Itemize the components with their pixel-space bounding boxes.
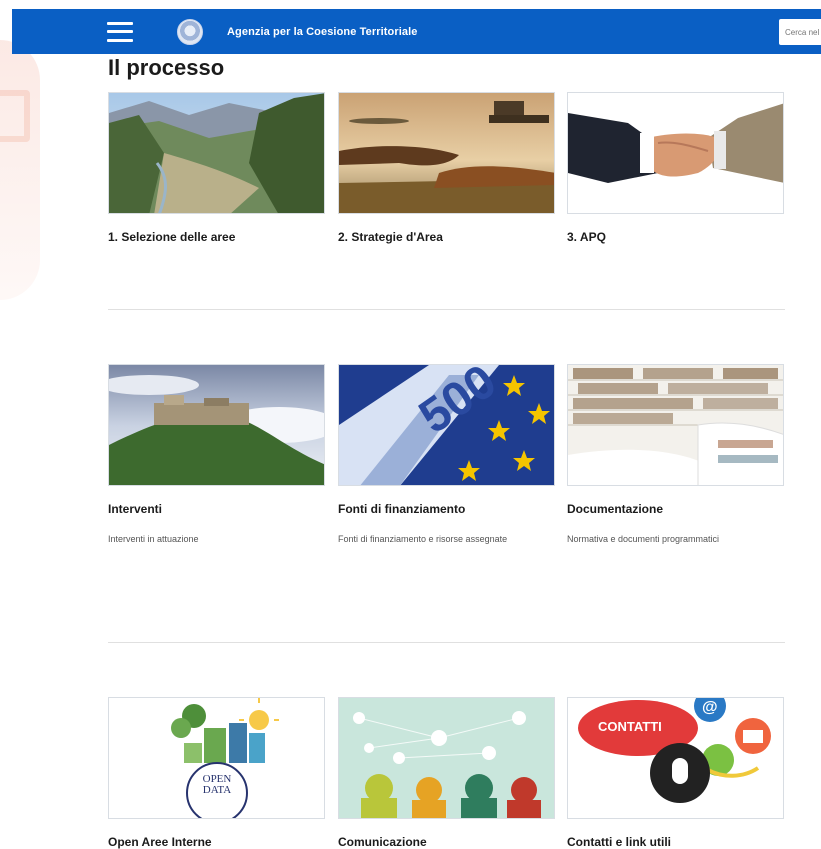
open-data-illustration[interactable]: OPEN DATA <box>108 697 325 819</box>
card-title[interactable]: Contatti e link utili <box>567 835 784 849</box>
hilltop-village-image[interactable] <box>108 364 325 486</box>
card-description: Fonti di finanziamento e risorse assegna… <box>338 534 508 544</box>
card-open-aree-interne[interactable]: OPEN DATA Open Aree Interne <box>108 697 325 849</box>
page-title: Il processo <box>108 55 225 80</box>
card-title[interactable]: 1. Selezione delle aree <box>108 230 325 244</box>
background-watermark <box>0 40 40 300</box>
card-description: Interventi in attuazione <box>108 534 199 544</box>
hamburger-menu-icon[interactable] <box>107 21 133 42</box>
card-title[interactable]: Interventi <box>108 502 325 516</box>
section-divider <box>108 642 785 643</box>
card-fonti-finanziamento[interactable]: 500 Fonti di finanziamento Fonti di fina… <box>338 364 555 544</box>
card-strategie-area[interactable]: 2. Strategie d'Area <box>338 92 555 244</box>
communication-illustration[interactable] <box>338 697 555 819</box>
card-interventi[interactable]: Interventi Interventi in attuazione <box>108 364 325 544</box>
card-title[interactable]: Comunicazione <box>338 835 555 849</box>
mountain-valley-image[interactable] <box>108 92 325 214</box>
open-data-label: OPEN DATA <box>202 773 232 796</box>
search-input[interactable] <box>779 19 821 45</box>
agency-title[interactable]: Agenzia per la Coesione Territoriale <box>227 26 417 38</box>
section-divider <box>108 309 785 310</box>
card-documentazione[interactable]: Documentazione Normativa e documenti pro… <box>567 364 784 544</box>
euro-banknote-image[interactable]: 500 <box>338 364 555 486</box>
svg-text:@: @ <box>702 699 718 716</box>
handshake-image[interactable] <box>567 92 784 214</box>
top-navigation-bar: Agenzia per la Coesione Territoriale <box>12 9 821 54</box>
card-title[interactable]: Documentazione <box>567 502 784 516</box>
lake-sunset-image[interactable] <box>338 92 555 214</box>
contacts-illustration[interactable]: @ CONTATTI <box>567 697 784 819</box>
card-title[interactable]: Fonti di finanziamento <box>338 502 555 516</box>
card-contatti-link[interactable]: @ CONTATTI Contatti e link utili <box>567 697 784 849</box>
card-title[interactable]: 3. APQ <box>567 230 784 244</box>
contatti-label: CONTATTI <box>598 719 662 734</box>
card-description: Normativa e documenti programmatici <box>567 534 720 544</box>
card-selezione-aree[interactable]: 1. Selezione delle aree <box>108 92 325 244</box>
background-watermark-detail <box>0 90 30 142</box>
card-title[interactable]: Open Aree Interne <box>108 835 325 849</box>
card-apq[interactable]: 3. APQ <box>567 92 784 244</box>
card-comunicazione[interactable]: Comunicazione <box>338 697 555 849</box>
italian-republic-emblem-icon[interactable] <box>177 18 203 45</box>
library-image[interactable] <box>567 364 784 486</box>
card-title[interactable]: 2. Strategie d'Area <box>338 230 555 244</box>
